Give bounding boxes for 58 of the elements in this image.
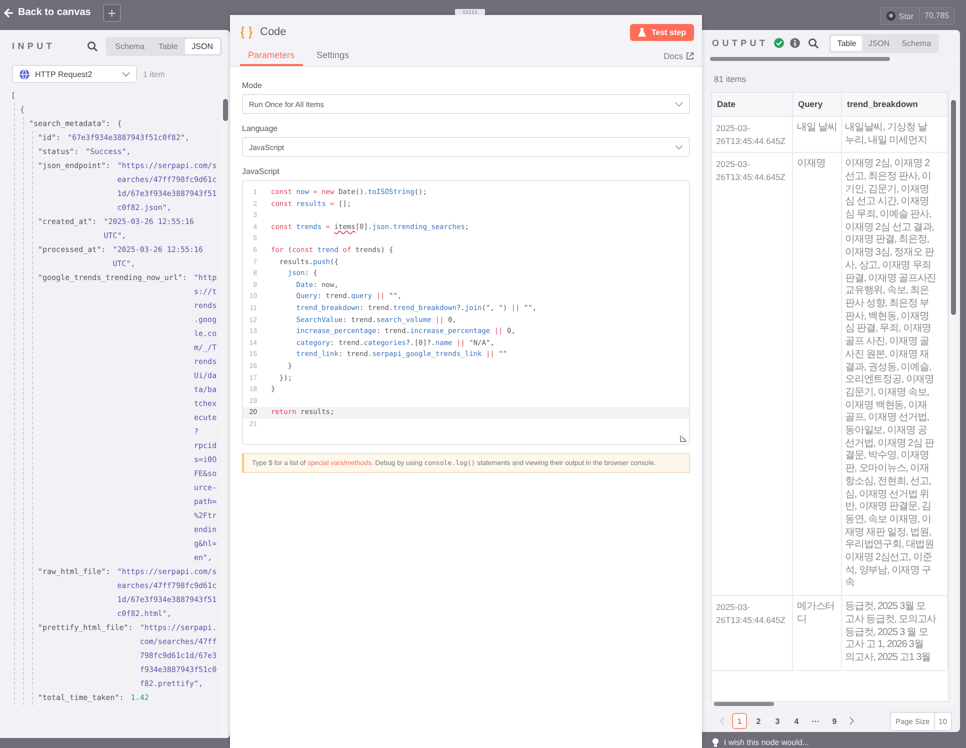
table-cell: 내일날씨, 기상청 날 누리, 내일 미세먼지 <box>842 116 948 153</box>
table-cell: 이재명 2심, 이재명 2 선고, 최은정 판사, 이 기인, 김문기, 이재명 심 선고 시간, 이재명 심 무죄, 이예슬 판사, 이재명 2심 선고 결과, 이재명 판결, 최은정, 이재명 3심, 정재오 판 사, 상고, 이재명 무죄 판결, 이재명 골프사진 교유행위, 속보, 최은 판사 성향, 최은정 부 판사, 백현동, 이재명 심 판결, 무죄, 이재명 골프 사진, 이재명 골 사진 원본, 이재명 재 결과, 권성동, 이예슬, 오리엔트정공, 이재명 김문기, 이재명 속보, 이재명 백현동, 이재 골프, 이재명 선거법, 동아일보, 이재명 공 선거법, 이재명 2심 판 결문, 박수영, 이재명 판, 오마이뉴스, 이재 항소심, 전현희, 선고, 심, 이재명 선거법 위 반, 이재명 판결문, 김 동연, 속보 이재명, 이 재명 재판 일정, 법원, 우리법연구회, 대법원 이재명 2심선고, 이준 석, 양부남, 이재명 구 속 <box>842 152 948 596</box>
grip-icon[interactable] <box>455 9 485 15</box>
table-cell: 메가스터디 <box>792 596 842 670</box>
column-header[interactable]: Query <box>792 92 842 116</box>
view-tab[interactable]: JSON <box>862 36 896 51</box>
field-label: Mode <box>242 81 264 90</box>
resize-icon[interactable] <box>680 435 687 442</box>
info-icon <box>790 38 800 48</box>
star-button[interactable]: Star <box>880 8 920 24</box>
test-step-button[interactable]: Test step <box>630 24 694 40</box>
table-cell: 2025-03- 26T13:45:44.645Z <box>712 152 792 596</box>
docs-link[interactable]: Docs <box>664 51 694 66</box>
chevron-right-icon[interactable] <box>849 717 855 726</box>
feedback-link[interactable]: I wish this node would... <box>724 738 809 747</box>
view-tab[interactable]: JSON <box>184 38 220 54</box>
chevron-down-icon <box>675 144 683 150</box>
settings-tab[interactable]: Settings <box>308 50 358 66</box>
globe-icon <box>19 68 30 80</box>
column-header[interactable]: trend_breakdown <box>842 92 948 116</box>
view-tab[interactable]: Table <box>831 36 862 51</box>
code-editor[interactable] <box>242 180 690 446</box>
chevron-down-icon <box>675 102 683 106</box>
table-cell: 내일 날씨 <box>792 116 842 153</box>
table-cell: 등급컷, 2025 3월 모 고사 등급컷, 모의고사 등급컷, 2025 3 월 모 고사 고 1, 2026 3월 의고사, 2025 고1 3월 <box>842 596 948 670</box>
table-cell: 이재명 <box>792 152 842 596</box>
view-tab[interactable]: Schema <box>896 36 938 51</box>
star-count[interactable]: 70,785 <box>920 8 954 24</box>
panel-title: INPUT <box>12 41 55 51</box>
back-arrow-icon <box>4 8 14 18</box>
flask-icon <box>638 28 646 36</box>
page-button[interactable]: 3 <box>770 713 785 730</box>
back-link[interactable]: Back to canvas <box>4 7 91 18</box>
code-braces-icon <box>240 26 253 38</box>
search-icon[interactable] <box>87 40 98 52</box>
page-button[interactable]: 4 <box>789 713 804 730</box>
field-label: Language <box>242 124 279 133</box>
page-button[interactable]: 1 <box>732 713 747 730</box>
field-label: JavaScript <box>242 167 280 176</box>
search-icon[interactable] <box>808 38 820 49</box>
view-tab[interactable]: Schema <box>108 38 152 54</box>
external-link-icon <box>686 52 694 60</box>
item-count: 1 item <box>143 70 165 78</box>
settings-tab[interactable]: Parameters <box>240 50 303 66</box>
view-tab[interactable]: Table <box>152 38 185 54</box>
table-cell: 2025-03- 26T13:45:44.645Z <box>712 596 792 670</box>
page-button[interactable]: 9 <box>827 713 842 730</box>
page-button[interactable]: 2 <box>751 713 766 730</box>
add-button[interactable]: + <box>102 4 121 22</box>
node-title: Code <box>260 26 286 38</box>
bulb-icon <box>712 738 719 747</box>
panel-title: OUTPUT <box>712 38 768 48</box>
node-select[interactable]: HTTP Request2 <box>12 65 137 83</box>
column-header[interactable]: Date <box>712 92 792 116</box>
table-cell: 2025-03- 26T13:45:44.645Z <box>712 116 792 153</box>
chevron-down-icon <box>122 72 130 76</box>
item-count: 81 items <box>713 72 748 86</box>
page-button[interactable]: ··· <box>808 713 823 730</box>
